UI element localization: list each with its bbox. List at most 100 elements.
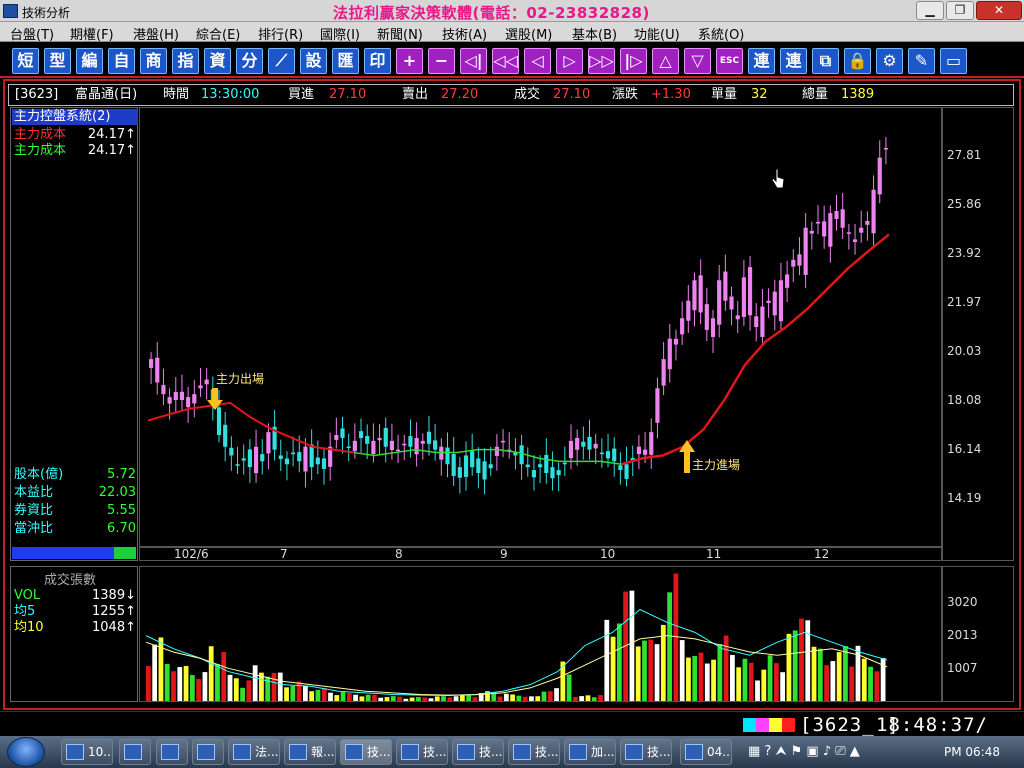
- volume-bar: [792, 630, 798, 701]
- taskbar-item[interactable]: [156, 739, 188, 765]
- toolbar-button[interactable]: ▷▷: [588, 48, 615, 74]
- candle-body: [389, 440, 394, 450]
- toolbar-button[interactable]: ◁◁: [492, 48, 519, 74]
- taskbar-item[interactable]: 04...: [680, 739, 732, 765]
- toolbar-button[interactable]: △: [652, 48, 679, 74]
- toolbar-button[interactable]: |▷: [620, 48, 647, 74]
- start-button[interactable]: [7, 737, 45, 767]
- volume-bar: [221, 652, 227, 701]
- volume-bar: [679, 640, 685, 701]
- taskbar-item[interactable]: 10...: [61, 739, 113, 765]
- candle-body: [692, 280, 697, 311]
- toolbar-button[interactable]: −: [428, 48, 455, 74]
- candle-body: [624, 464, 629, 479]
- taskbar-item[interactable]: [119, 739, 151, 765]
- price-chart[interactable]: 主力出場 主力進場: [139, 107, 942, 547]
- toolbar-button[interactable]: +: [396, 48, 423, 74]
- volume-bar: [296, 681, 302, 701]
- volume-bar: [227, 674, 233, 701]
- volume-bar: [516, 695, 522, 701]
- toolbar-button[interactable]: 連: [780, 48, 807, 74]
- volume-bar: [353, 694, 359, 701]
- x-tick-label: 9: [500, 547, 508, 561]
- menu-item[interactable]: 港盤(H): [133, 24, 179, 43]
- menu-item[interactable]: 綜合(E): [196, 24, 240, 43]
- candle-body: [173, 392, 178, 400]
- close-button[interactable]: ✕: [976, 1, 1022, 20]
- menu-item[interactable]: 國際(I): [320, 24, 360, 43]
- menu-item[interactable]: 新聞(N): [377, 24, 423, 43]
- minimize-button[interactable]: ▁: [916, 1, 944, 20]
- menu-item[interactable]: 排行(R): [258, 24, 303, 43]
- toolbar-button[interactable]: 分: [236, 48, 263, 74]
- scroll-indicator[interactable]: [12, 547, 136, 559]
- toolbar-button[interactable]: 資: [204, 48, 231, 74]
- toolbar-button[interactable]: 匯: [332, 48, 359, 74]
- toolbar-button[interactable]: ▭: [940, 48, 967, 74]
- maximize-button[interactable]: ❐: [946, 1, 974, 20]
- toolbar-button[interactable]: 自: [108, 48, 135, 74]
- toolbar-button[interactable]: ▽: [684, 48, 711, 74]
- candle-body: [383, 427, 388, 447]
- taskbar-item[interactable]: 技...: [620, 739, 672, 765]
- taskbar-clock[interactable]: PM 06:48: [944, 745, 1000, 759]
- change-label: 漲跌: [612, 87, 639, 102]
- volume-chart[interactable]: [139, 566, 942, 702]
- candle-body: [883, 147, 888, 150]
- cost-label-red: 主力成本: [14, 127, 67, 142]
- candle-body: [618, 465, 623, 471]
- indicator-title[interactable]: 主力控盤系統(2): [12, 109, 138, 125]
- taskbar-item[interactable]: 技...: [396, 739, 448, 765]
- scroll-thumb[interactable]: [114, 547, 136, 559]
- taskbar-item[interactable]: 加...: [564, 739, 616, 765]
- volume-bar: [780, 672, 786, 701]
- toolbar-button[interactable]: ◁: [524, 48, 551, 74]
- y-tick-label: 23.92: [947, 246, 982, 260]
- menu-item[interactable]: 期權(F): [70, 24, 114, 43]
- system-tray[interactable]: ▦ ? ⮝ ⚑ ▣ ♪ ⎚ ▲: [748, 744, 860, 759]
- candle-body: [463, 455, 469, 477]
- taskbar-item[interactable]: 技...: [340, 739, 392, 765]
- candle-body: [352, 440, 357, 452]
- toolbar-button[interactable]: ◁|: [460, 48, 487, 74]
- menu-item[interactable]: 功能(U): [634, 24, 680, 43]
- candle-body: [186, 397, 191, 408]
- candle-body: [408, 436, 413, 447]
- toolbar-button[interactable]: 商: [140, 48, 167, 74]
- toolbar-button[interactable]: 印: [364, 48, 391, 74]
- taskbar-item[interactable]: 技...: [452, 739, 504, 765]
- taskbar-item[interactable]: 法...: [228, 739, 280, 765]
- menu-item[interactable]: 台盤(T): [10, 24, 54, 43]
- taskbar-item[interactable]: [192, 739, 224, 765]
- candle-body: [599, 452, 604, 455]
- toolbar-button[interactable]: ⚙: [876, 48, 903, 74]
- toolbar-button[interactable]: 短: [12, 48, 39, 74]
- time-label: 時間: [163, 87, 190, 102]
- candle-body: [321, 458, 327, 469]
- candle-body: [358, 431, 364, 438]
- menu-item[interactable]: 系統(O): [698, 24, 744, 43]
- candle-body: [223, 424, 228, 447]
- volume-bar: [390, 696, 396, 701]
- toolbar-button[interactable]: ⧉: [812, 48, 839, 74]
- toolbar-button[interactable]: 型: [44, 48, 71, 74]
- x-tick-label: 10: [600, 547, 616, 561]
- candle-body: [747, 267, 753, 316]
- menu-item[interactable]: 基本(B): [572, 24, 617, 43]
- volume-bar: [290, 685, 296, 701]
- toolbar-button[interactable]: 設: [300, 48, 327, 74]
- toolbar-button[interactable]: 指: [172, 48, 199, 74]
- toolbar-button[interactable]: 編: [76, 48, 103, 74]
- menu-item[interactable]: 技術(A): [442, 24, 487, 43]
- toolbar-button[interactable]: ✎: [908, 48, 935, 74]
- toolbar-button[interactable]: 連: [748, 48, 775, 74]
- toolbar-button[interactable]: ▷: [556, 48, 583, 74]
- taskbar-item[interactable]: 技...: [508, 739, 560, 765]
- volume-bar: [403, 698, 409, 701]
- toolbar-button[interactable]: 🔒: [844, 48, 871, 74]
- menu-item[interactable]: 選股(M): [505, 24, 552, 43]
- toolbar-button[interactable]: ESC: [716, 48, 743, 74]
- app-icon: [161, 744, 179, 760]
- toolbar-button[interactable]: ⟋: [268, 48, 295, 74]
- taskbar-item[interactable]: 報...: [284, 739, 336, 765]
